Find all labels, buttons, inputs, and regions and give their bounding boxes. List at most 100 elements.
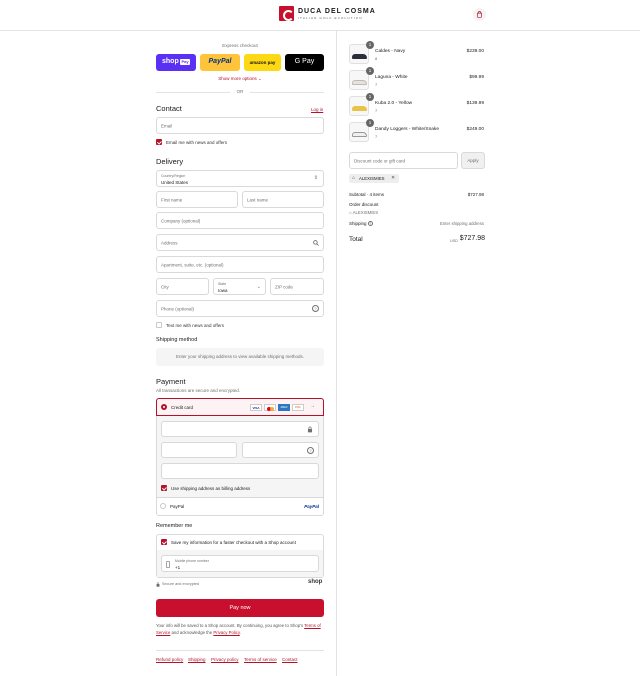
item-variant: 7 (375, 134, 378, 139)
header: DUCA DEL COSMA ITALIAN GOLF EVOLUTION (0, 0, 640, 31)
apply-button[interactable]: Apply (461, 152, 485, 169)
shoe-image (352, 106, 367, 111)
shop-logo: shop (308, 579, 323, 585)
radio-unselected[interactable] (160, 503, 166, 509)
lock-icon (307, 426, 313, 433)
search-icon (313, 240, 319, 246)
last-name-field[interactable]: Last name (242, 191, 324, 208)
card-number-field[interactable] (161, 421, 319, 437)
city-field[interactable]: City (156, 278, 209, 295)
show-more-options-link[interactable]: Show more options ⌄ (156, 76, 324, 82)
brand-logo[interactable] (279, 6, 294, 21)
first-name-field[interactable]: First name (156, 191, 238, 208)
mastercard-icon (264, 404, 276, 411)
phone-field[interactable]: Phone (optional) ? (156, 300, 324, 317)
select-arrows-icon: ⇕ (313, 175, 318, 181)
google-pay-button[interactable]: G Pay (285, 54, 324, 71)
item-price: $99.99 (469, 75, 484, 80)
security-code-field[interactable]: ? (242, 442, 319, 458)
email-field[interactable]: Email (156, 117, 324, 134)
total-value: $727.98 (459, 235, 485, 242)
total-label: Total (349, 236, 363, 243)
country-select[interactable]: Country/Region United States ⇕ (156, 170, 324, 187)
order-discount-label: Order discount (349, 202, 379, 207)
secure-text: Secure and encrypted (162, 582, 200, 586)
shoe-image (352, 80, 367, 85)
zip-field[interactable]: ZIP code (270, 278, 324, 295)
login-link[interactable]: Log in (311, 107, 323, 112)
shop-pay-label: shop (162, 58, 179, 65)
mobile-phone-field[interactable]: Mobile phone number +1 (161, 555, 319, 572)
text-news-checkbox[interactable] (156, 322, 162, 328)
pay-now-button[interactable]: Pay now (156, 599, 324, 617)
email-news-label: Email me with news and offers (166, 140, 227, 145)
remember-me-heading: Remember me (156, 523, 193, 529)
contact-heading: Contact (156, 104, 182, 113)
name-on-card-field[interactable] (161, 463, 319, 479)
shoe-image (352, 132, 367, 137)
billing-address-checkbox[interactable] (161, 485, 167, 491)
quantity-badge: 1 (366, 41, 374, 49)
save-info-checkbox[interactable] (161, 539, 167, 545)
item-variant: 7 (375, 108, 378, 113)
expiration-field[interactable] (161, 442, 237, 458)
company-field[interactable]: Company (optional) (156, 212, 324, 229)
radio-selected[interactable] (161, 404, 167, 410)
credit-card-label: Credit card (171, 405, 194, 410)
mobile-value: +1 (175, 565, 181, 570)
footer-privacy-policy-link[interactable]: Privacy policy (211, 657, 239, 662)
payment-subtitle: All transactions are secure and encrypte… (156, 388, 241, 393)
discount-tag: ⌂ ALEXISMIES ✕ (349, 174, 399, 183)
shop-pay-button[interactable]: shop Pay (156, 54, 196, 71)
help-icon[interactable]: ? (312, 305, 319, 312)
visa-icon: VISA (250, 404, 262, 411)
paypal-option-label: PayPal (170, 504, 185, 509)
credit-card-option[interactable]: Credit card VISA AMEX DISC → (156, 398, 324, 416)
address-field[interactable]: Address (156, 234, 324, 251)
footer-terms-of-service-link[interactable]: Terms of service (244, 657, 277, 662)
footer-refund-policy-link[interactable]: Refund policy (156, 657, 183, 662)
paypal-button[interactable]: PayPal (200, 54, 240, 71)
item-variant: 8 (375, 56, 378, 61)
footer-contact-link[interactable]: Contact (282, 657, 298, 662)
shipping-row-value: Enter shipping address (440, 221, 484, 226)
item-price: $239.00 (466, 49, 484, 54)
remove-discount-icon[interactable]: ✕ (391, 175, 395, 181)
paypal-option[interactable]: PayPal PayPal (156, 498, 324, 516)
privacy-policy-link[interactable]: Privacy Policy (213, 630, 239, 635)
email-news-checkbox[interactable] (156, 139, 162, 145)
mobile-label: Mobile phone number (175, 559, 209, 563)
delivery-heading: Delivery (156, 157, 184, 166)
shipping-row-label: Shipping ? (349, 221, 373, 226)
cart-icon[interactable] (473, 8, 486, 21)
item-name: Dandy Loggers - White/Snake (375, 127, 439, 132)
chevron-down-icon: ⌄ (258, 76, 262, 81)
google-pay-label: G Pay (294, 58, 315, 65)
help-icon[interactable]: ? (367, 221, 373, 226)
shop-pay-badge: Pay (180, 59, 191, 65)
express-checkout-title: Express checkout (222, 43, 258, 48)
paypal-logo: PayPal (304, 504, 319, 509)
apartment-field[interactable]: Apartment, suite, etc. (optional) (156, 256, 324, 273)
quantity-badge: 1 (366, 119, 374, 127)
amazon-pay-button[interactable]: amazon pay (244, 54, 281, 71)
brand-tagline: ITALIAN GOLF EVOLUTION (298, 16, 363, 20)
quantity-badge: 1 (366, 93, 374, 101)
item-name: Kuba 2.0 - Yellow (375, 101, 413, 106)
discount-code-field[interactable]: Discount code or gift card (349, 152, 458, 169)
shipping-method-notice: Enter your shipping address to view avai… (156, 348, 324, 366)
chevron-down-icon: ⌄ (256, 284, 261, 290)
country-label: Country/Region (161, 174, 186, 178)
billing-address-label: Use shipping address as billing address (171, 486, 251, 491)
help-icon[interactable]: ? (307, 447, 314, 454)
state-select[interactable]: State Iowa ⌄ (213, 278, 266, 295)
save-info-label: Save my information for a faster checkou… (171, 540, 296, 545)
divider (156, 650, 324, 651)
amex-icon: AMEX (278, 404, 290, 411)
subtotal-label: Subtotal · 4 items (349, 192, 385, 197)
item-price: $249.00 (466, 127, 484, 132)
mobile-icon (166, 561, 170, 568)
currency-label: USD (450, 239, 459, 243)
footer-shipping-link[interactable]: Shipping (188, 657, 206, 662)
text-news-label: Text me with news and offers (166, 323, 224, 328)
